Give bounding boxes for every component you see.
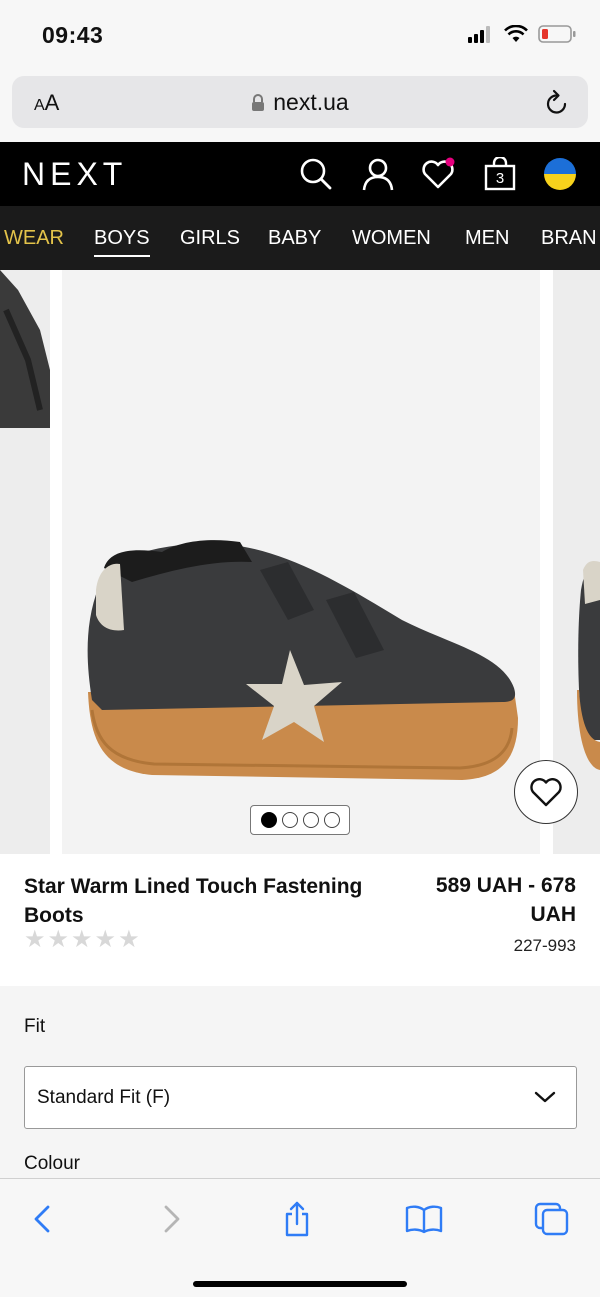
nav-item-women[interactable]: WOMEN: [352, 227, 431, 250]
site-header: NEXT 3: [0, 142, 600, 206]
fit-selected-value: Standard Fit (F): [37, 1087, 171, 1108]
reload-icon[interactable]: [544, 88, 570, 116]
star-icon: ★: [47, 926, 70, 953]
search-icon: [300, 158, 332, 190]
heart-icon: [422, 157, 455, 189]
battery-icon: [538, 25, 576, 43]
nav-item-men[interactable]: MEN: [465, 227, 509, 250]
account-button[interactable]: [360, 156, 396, 192]
nav-item-girls[interactable]: GIRLS: [180, 227, 240, 250]
carousel-dot[interactable]: [281, 812, 298, 828]
product-price: 589 UAH - 678 UAH: [435, 874, 576, 926]
carousel-dot[interactable]: [260, 812, 277, 828]
status-time: 09:43: [42, 22, 104, 48]
nav-item-wear[interactable]: WEAR: [4, 227, 64, 250]
star-icon: ★: [118, 926, 140, 953]
rating-stars[interactable]: ★ ★ ★ ★ ★: [24, 928, 140, 952]
user-icon: [362, 158, 394, 191]
country-selector[interactable]: [542, 156, 578, 192]
product-image[interactable]: [62, 270, 540, 854]
forward-icon: [164, 1205, 180, 1233]
colour-label: Colour: [24, 1153, 80, 1174]
star-icon: ★: [24, 926, 46, 953]
add-to-favourites-button[interactable]: [514, 760, 578, 824]
chevron-down-icon: [534, 1091, 556, 1103]
fit-select[interactable]: Standard Fit (F): [24, 1066, 577, 1129]
carousel-dot[interactable]: [323, 812, 340, 828]
home-indicator[interactable]: [193, 1281, 407, 1287]
product-title: Star Warm Lined Touch Fastening Boots: [24, 875, 363, 927]
share-button[interactable]: [277, 1199, 317, 1239]
tabs-icon: [534, 1202, 569, 1236]
boot-image: [87, 540, 518, 780]
status-bar: 09:43: [0, 0, 600, 70]
tabs-button[interactable]: [532, 1199, 572, 1239]
address-bar[interactable]: AA next.ua: [12, 76, 588, 128]
shoe-image-partial: [0, 270, 50, 428]
carousel-dot[interactable]: [302, 812, 319, 828]
bookmarks-icon: [405, 1205, 443, 1234]
product-sku: 227-993: [513, 936, 576, 955]
ukraine-flag-icon: [544, 158, 576, 190]
category-nav: WEAR BOYS GIRLS BABY WOMEN MEN BRAN: [0, 206, 600, 270]
product-image-carousel[interactable]: [0, 270, 600, 854]
carousel-pagination: [250, 805, 350, 835]
previous-slide-preview[interactable]: [0, 270, 50, 854]
next-logo[interactable]: NEXT: [22, 156, 127, 193]
product-options: Fit Standard Fit (F) Colour: [0, 986, 600, 1178]
nav-item-baby[interactable]: BABY: [268, 227, 321, 250]
star-icon: ★: [94, 926, 117, 953]
browser-address-area: AA next.ua: [0, 70, 600, 142]
search-button[interactable]: [298, 156, 334, 192]
signal-icon: [468, 26, 490, 43]
bookmarks-button[interactable]: [404, 1199, 444, 1239]
star-icon: ★: [71, 926, 93, 953]
bag-count: 3: [495, 170, 505, 187]
url-text: next.ua: [273, 89, 349, 115]
url-display[interactable]: next.ua: [12, 89, 588, 116]
back-icon: [34, 1205, 50, 1233]
bag-button[interactable]: 3: [482, 156, 518, 192]
product-info: Star Warm Lined Touch Fastening Boots ★ …: [0, 854, 600, 986]
fit-label: Fit: [24, 1016, 46, 1037]
back-button[interactable]: [22, 1199, 62, 1239]
nav-item-boys[interactable]: BOYS: [94, 227, 150, 257]
wifi-icon: [504, 25, 528, 42]
browser-toolbar: [0, 1178, 600, 1297]
nav-item-brands[interactable]: BRAN: [541, 227, 597, 250]
status-icons: [468, 24, 576, 44]
wishlist-button[interactable]: [420, 156, 456, 192]
heart-outline-icon: [530, 778, 562, 807]
share-icon: [285, 1201, 309, 1237]
forward-button[interactable]: [152, 1199, 192, 1239]
lock-icon: [252, 94, 265, 111]
